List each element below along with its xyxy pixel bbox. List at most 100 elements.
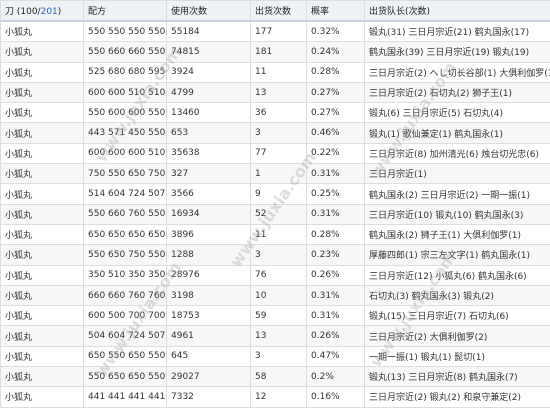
header-sword[interactable]: 刀 (100/201) xyxy=(1,1,84,22)
cell-drops: 52 xyxy=(251,204,307,224)
cell-recipe: 600 600 600 510 xyxy=(84,143,167,163)
cell-rate: 0.28% xyxy=(307,62,365,82)
cell-uses: 4799 xyxy=(167,82,251,102)
table-row: 小狐丸550 660 660 550748151810.24%鹤丸国永(39) … xyxy=(1,42,550,62)
cell-captain: 锻丸(13) 三日月宗近(8) 鹤丸国永(7) xyxy=(365,367,550,387)
cell-uses: 327 xyxy=(167,164,251,184)
cell-drops: 11 xyxy=(251,224,307,244)
cell-name: 小狐丸 xyxy=(1,62,84,82)
cell-name: 小狐丸 xyxy=(1,245,84,265)
cell-captain: 锻丸(15) 三日月宗近(7) 石切丸(6) xyxy=(365,306,550,326)
cell-recipe: 514 604 724 507 xyxy=(84,184,167,204)
cell-rate: 0.31% xyxy=(307,285,365,305)
table-row: 小狐丸650 650 650 6503896110.28%鹤丸国永(2) 狮子王… xyxy=(1,224,550,244)
cell-uses: 645 xyxy=(167,346,251,366)
cell-recipe: 650 650 650 650 xyxy=(84,224,167,244)
cell-drops: 58 xyxy=(251,367,307,387)
cell-captain: 三日月宗近(2) 大俱利伽罗(2) xyxy=(365,326,550,346)
table-row: 小狐丸441 441 441 4417332120.16%三日月宗近(2) 锻丸… xyxy=(1,387,550,407)
cell-uses: 35638 xyxy=(167,143,251,163)
table-row: 小狐丸600 500 700 70018753590.31%锻丸(15) 三日月… xyxy=(1,306,550,326)
cell-recipe: 600 600 510 510 xyxy=(84,82,167,102)
cell-rate: 0.28% xyxy=(307,224,365,244)
cell-rate: 0.24% xyxy=(307,42,365,62)
sword-count-link[interactable]: 201 xyxy=(41,7,58,17)
cell-name: 小狐丸 xyxy=(1,21,84,42)
cell-uses: 74815 xyxy=(167,42,251,62)
cell-uses: 3198 xyxy=(167,285,251,305)
cell-rate: 0.26% xyxy=(307,265,365,285)
cell-name: 小狐丸 xyxy=(1,285,84,305)
table-row: 小狐丸514 604 724 507356690.25%鹤丸国永(2) 三日月宗… xyxy=(1,184,550,204)
header-rate[interactable]: 概率 xyxy=(307,1,365,22)
cell-drops: 59 xyxy=(251,306,307,326)
cell-captain: 三日月宗近(2) 锻丸(2) 和泉守兼定(2) xyxy=(365,387,550,407)
cell-captain: 锻丸(6) 三日月宗近(5) 石切丸(4) xyxy=(365,103,550,123)
cell-captain: 鹤丸国永(2) 狮子王(1) 大俱利伽罗(1) xyxy=(365,224,550,244)
cell-name: 小狐丸 xyxy=(1,164,84,184)
cell-name: 小狐丸 xyxy=(1,387,84,407)
cell-rate: 0.27% xyxy=(307,103,365,123)
cell-name: 小狐丸 xyxy=(1,306,84,326)
cell-recipe: 350 510 350 350 xyxy=(84,265,167,285)
cell-drops: 3 xyxy=(251,346,307,366)
cell-drops: 76 xyxy=(251,265,307,285)
header-captain[interactable]: 出货队长(次数) xyxy=(365,1,550,22)
cell-drops: 11 xyxy=(251,62,307,82)
cell-uses: 4961 xyxy=(167,326,251,346)
cell-name: 小狐丸 xyxy=(1,143,84,163)
table-row: 小狐丸650 550 650 55064530.47%一期一振(1) 锻丸(1)… xyxy=(1,346,550,366)
cell-drops: 13 xyxy=(251,82,307,102)
recipe-table: 刀 (100/201) 配方 使用次数 出货次数 概率 出货队长(次数) 小狐丸… xyxy=(0,0,550,408)
cell-recipe: 600 500 700 700 xyxy=(84,306,167,326)
cell-recipe: 650 550 650 550 xyxy=(84,346,167,366)
cell-rate: 0.32% xyxy=(307,21,365,42)
header-recipe[interactable]: 配方 xyxy=(84,1,167,22)
cell-rate: 0.31% xyxy=(307,306,365,326)
header-uses[interactable]: 使用次数 xyxy=(167,1,251,22)
cell-name: 小狐丸 xyxy=(1,184,84,204)
cell-recipe: 441 441 441 441 xyxy=(84,387,167,407)
cell-rate: 0.31% xyxy=(307,164,365,184)
cell-name: 小狐丸 xyxy=(1,367,84,387)
cell-recipe: 550 600 600 550 xyxy=(84,103,167,123)
cell-captain: 一期一振(1) 锻丸(1) 髭切(1) xyxy=(365,346,550,366)
cell-rate: 0.47% xyxy=(307,346,365,366)
cell-drops: 13 xyxy=(251,326,307,346)
cell-name: 小狐丸 xyxy=(1,103,84,123)
cell-uses: 13460 xyxy=(167,103,251,123)
cell-drops: 3 xyxy=(251,123,307,143)
cell-recipe: 750 550 650 750 xyxy=(84,164,167,184)
cell-uses: 3566 xyxy=(167,184,251,204)
cell-drops: 10 xyxy=(251,285,307,305)
cell-rate: 0.2% xyxy=(307,367,365,387)
cell-captain: 三日月宗近(8) 加州清光(6) 烛台切光忠(6) xyxy=(365,143,550,163)
cell-recipe: 550 660 660 550 xyxy=(84,42,167,62)
table-row: 小狐丸600 600 510 5104799130.27%三日月宗近(2) 石切… xyxy=(1,82,550,102)
table-row: 小狐丸550 550 550 550551841770.32%锻丸(31) 三日… xyxy=(1,21,550,42)
cell-captain: 锻丸(1) 歌仙兼定(1) 鹤丸国永(1) xyxy=(365,123,550,143)
cell-rate: 0.23% xyxy=(307,245,365,265)
cell-name: 小狐丸 xyxy=(1,123,84,143)
table-body: 小狐丸550 550 550 550551841770.32%锻丸(31) 三日… xyxy=(1,21,550,407)
cell-captain: 鹤丸国永(2) 三日月宗近(2) 一期一振(1) xyxy=(365,184,550,204)
cell-recipe: 443 571 450 550 xyxy=(84,123,167,143)
cell-captain: 三日月宗近(2) 石切丸(2) 狮子王(1) xyxy=(365,82,550,102)
cell-uses: 653 xyxy=(167,123,251,143)
page: 刀 (100/201) 配方 使用次数 出货次数 概率 出货队长(次数) 小狐丸… xyxy=(0,0,550,407)
cell-captain: 鹤丸国永(39) 三日月宗近(19) 锻丸(19) xyxy=(365,42,550,62)
cell-drops: 36 xyxy=(251,103,307,123)
cell-name: 小狐丸 xyxy=(1,82,84,102)
header-drops[interactable]: 出货次数 xyxy=(251,1,307,22)
cell-captain: 三日月宗近(12) 小狐丸(6) 鹤丸国永(6) xyxy=(365,265,550,285)
cell-uses: 18753 xyxy=(167,306,251,326)
cell-uses: 3924 xyxy=(167,62,251,82)
table-row: 小狐丸750 550 650 75032710.31%三日月宗近(1) xyxy=(1,164,550,184)
table-row: 小狐丸443 571 450 55065330.46%锻丸(1) 歌仙兼定(1)… xyxy=(1,123,550,143)
cell-drops: 9 xyxy=(251,184,307,204)
cell-recipe: 504 604 724 507 xyxy=(84,326,167,346)
cell-name: 小狐丸 xyxy=(1,346,84,366)
table-row: 小狐丸550 600 600 55013460360.27%锻丸(6) 三日月宗… xyxy=(1,103,550,123)
cell-rate: 0.25% xyxy=(307,184,365,204)
cell-drops: 1 xyxy=(251,164,307,184)
